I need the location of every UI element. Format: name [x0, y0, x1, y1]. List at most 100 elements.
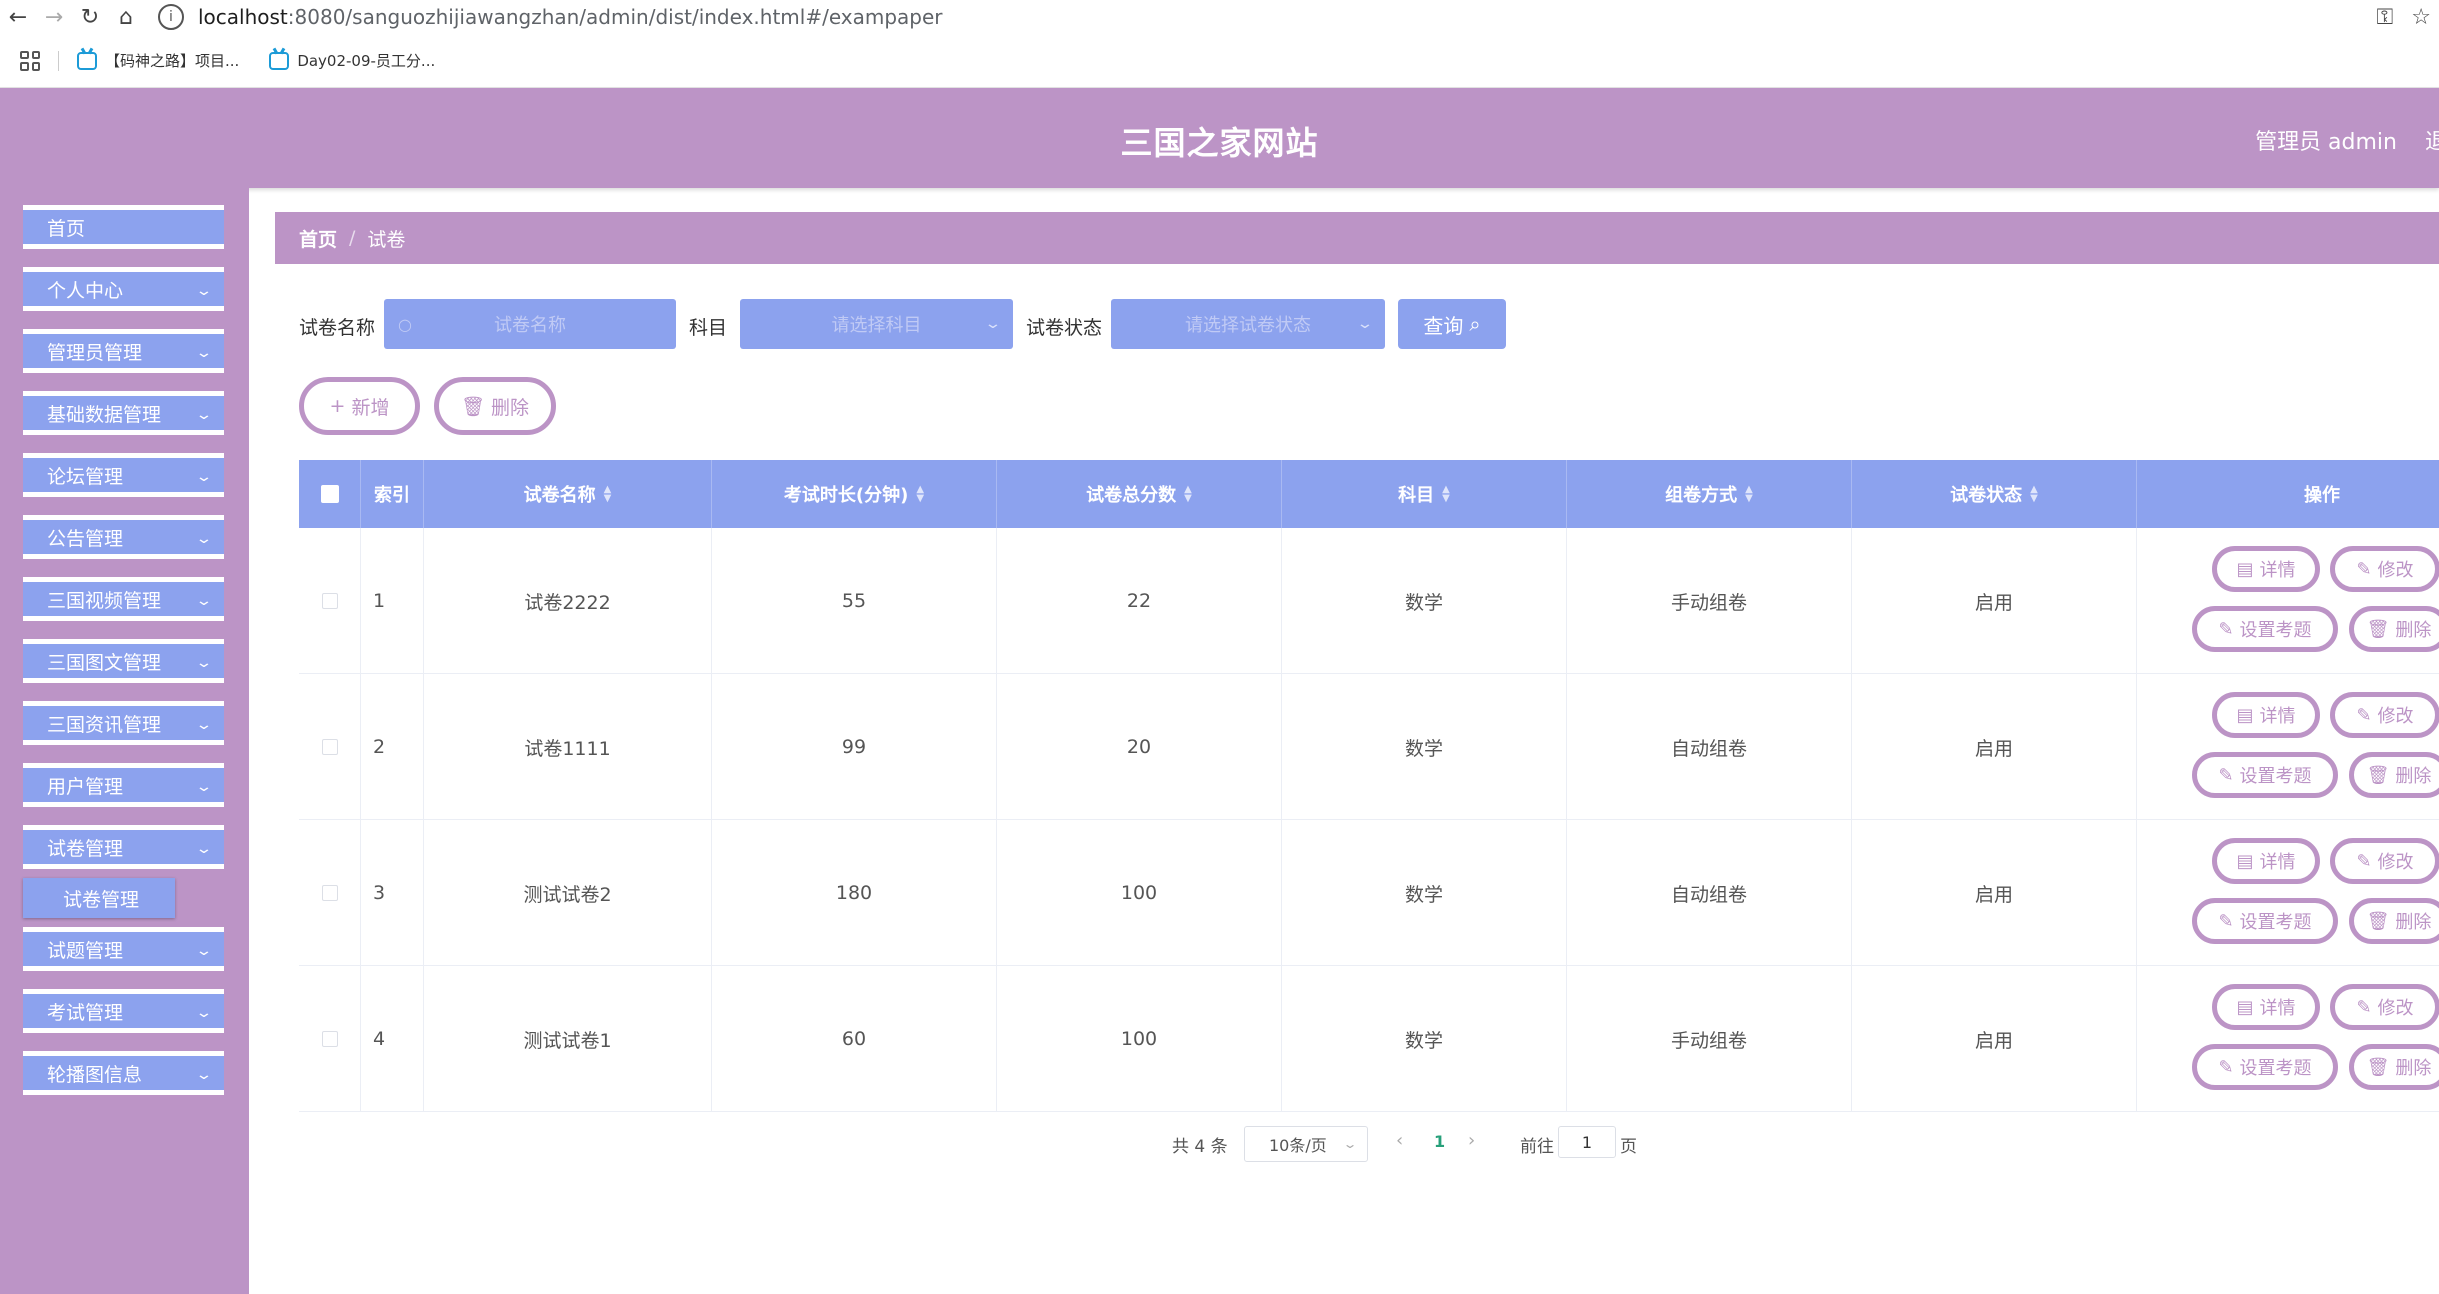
trash-icon: 🗑 — [2366, 618, 2390, 640]
sidebar-item-profile[interactable]: 个人中心 ⌄ — [23, 267, 224, 311]
status-select[interactable]: 请选择试卷状态 ⌄ — [1111, 299, 1385, 349]
sidebar-item-label: 三国视频管理 — [47, 589, 162, 612]
cell-name: 试卷2222 — [424, 528, 712, 674]
detail-button[interactable]: ▤ 详情 — [2212, 546, 2320, 592]
sidebar-item-exam[interactable]: 考试管理 ⌄ — [23, 989, 224, 1033]
trash-icon: 🗑 — [2366, 1056, 2390, 1078]
document-icon: ▤ — [2236, 850, 2254, 872]
row-delete-label: 删除 — [2395, 1058, 2432, 1079]
sidebar-item-exampaper[interactable]: 试卷管理 ⌄ — [23, 825, 224, 869]
forward-icon[interactable]: → — [36, 0, 72, 34]
row-checkbox[interactable] — [321, 739, 338, 755]
set-questions-button[interactable]: ✎ 设置考题 — [2192, 606, 2338, 652]
bookmark-item[interactable]: 【码神之路】项目... — [77, 50, 239, 71]
site-info-icon[interactable]: i — [158, 4, 184, 30]
row-delete-button[interactable]: 🗑 删除 — [2349, 606, 2439, 652]
home-icon[interactable]: ⌂ — [108, 0, 144, 34]
sort-icon[interactable]: ▲ ▼ — [1442, 485, 1450, 504]
app-header: 三国之家网站 管理员 admin 退 — [0, 88, 2439, 188]
row-checkbox[interactable] — [321, 1031, 338, 1047]
select-all-checkbox[interactable] — [320, 485, 339, 503]
col-subject[interactable]: 科目 ▲ ▼ — [1282, 460, 1567, 528]
row-checkbox[interactable] — [321, 885, 338, 901]
sidebar: 首页 个人中心 ⌄ 管理员管理 ⌄ 基础数据管理 ⌄ 论坛管理 ⌄ 公告管理 ⌄ 三国视频… — [0, 188, 249, 1294]
cell-status: 启用 — [1852, 674, 2137, 820]
url-host: localhost — [198, 5, 288, 29]
sidebar-item-questions[interactable]: 试题管理 ⌄ — [23, 927, 224, 971]
query-button[interactable]: 查询 ⌕ — [1398, 299, 1506, 349]
col-mode[interactable]: 组卷方式 ▲ ▼ — [1567, 460, 1852, 528]
edit-button[interactable]: ✎ 修改 — [2330, 692, 2439, 738]
prev-page-icon[interactable]: ‹ — [1396, 1130, 1403, 1151]
breadcrumb-separator: / — [349, 227, 356, 249]
sort-icon[interactable]: ▲ ▼ — [1184, 485, 1192, 504]
sidebar-item-news[interactable]: 三国资讯管理 ⌄ — [23, 701, 224, 745]
apps-grid-icon[interactable] — [20, 50, 40, 71]
row-delete-button[interactable]: 🗑 删除 — [2349, 752, 2439, 798]
next-page-icon[interactable]: › — [1468, 1130, 1475, 1151]
chevron-down-icon: ⌄ — [195, 469, 213, 485]
bookmark-item[interactable]: Day02-09-员工分... — [269, 50, 435, 71]
sidebar-item-notice[interactable]: 公告管理 ⌄ — [23, 515, 224, 559]
document-icon: ▤ — [2236, 704, 2254, 726]
sidebar-item-basedata[interactable]: 基础数据管理 ⌄ — [23, 391, 224, 435]
set-questions-button[interactable]: ✎ 设置考题 — [2192, 1044, 2338, 1090]
logout-link[interactable]: 退 — [2425, 124, 2439, 156]
col-index: 索引 — [361, 460, 424, 528]
chevron-down-icon: ⌄ — [195, 779, 213, 795]
col-total[interactable]: 试卷总分数 ▲ ▼ — [997, 460, 1282, 528]
row-checkbox[interactable] — [321, 593, 338, 609]
back-icon[interactable]: ← — [0, 0, 36, 34]
row-delete-button[interactable]: 🗑 删除 — [2349, 898, 2439, 944]
bookmark-star-icon[interactable]: ☆ — [2411, 5, 2431, 30]
sidebar-item-forum[interactable]: 论坛管理 ⌄ — [23, 453, 224, 497]
paper-name-input[interactable]: ○ 试卷名称 — [384, 299, 676, 349]
sidebar-item-users[interactable]: 用户管理 ⌄ — [23, 763, 224, 807]
edit-button[interactable]: ✎ 修改 — [2330, 838, 2439, 884]
current-user[interactable]: 管理员 admin — [2255, 124, 2397, 156]
sidebar-item-admins[interactable]: 管理员管理 ⌄ — [23, 329, 224, 373]
bookmarks-bar: 【码神之路】项目... Day02-09-员工分... — [0, 34, 2439, 88]
sidebar-item-label: 考试管理 — [47, 1001, 124, 1024]
batch-delete-button[interactable]: 🗑 删除 — [434, 377, 556, 435]
breadcrumb-home[interactable]: 首页 — [299, 225, 337, 252]
row-delete-button[interactable]: 🗑 删除 — [2349, 1044, 2439, 1090]
row-check-cell — [299, 820, 361, 966]
sidebar-item-video[interactable]: 三国视频管理 ⌄ — [23, 577, 224, 621]
goto-label: 前往 — [1520, 1137, 1554, 1157]
detail-label: 详情 — [2259, 998, 2296, 1019]
detail-button[interactable]: ▤ 详情 — [2212, 692, 2320, 738]
sort-icon[interactable]: ▲ ▼ — [916, 485, 924, 504]
sort-icon[interactable]: ▲ ▼ — [1745, 485, 1753, 504]
row-delete-label: 删除 — [2395, 912, 2432, 933]
col-status[interactable]: 试卷状态 ▲ ▼ — [1852, 460, 2137, 528]
sidebar-subitem-exampaper[interactable]: 试卷管理 — [23, 878, 175, 918]
set-questions-button[interactable]: ✎ 设置考题 — [2192, 898, 2338, 944]
edit-icon: ✎ — [2356, 704, 2372, 726]
password-key-icon[interactable]: ⚿ — [2377, 5, 2394, 30]
sidebar-item-carousel[interactable]: 轮播图信息 ⌄ — [23, 1051, 224, 1095]
sidebar-item-article[interactable]: 三国图文管理 ⌄ — [23, 639, 224, 683]
col-name[interactable]: 试卷名称 ▲ ▼ — [424, 460, 712, 528]
detail-button[interactable]: ▤ 详情 — [2212, 984, 2320, 1030]
page-number-active[interactable]: 1 — [1434, 1132, 1445, 1151]
goto-page-input[interactable]: 1 — [1558, 1126, 1616, 1158]
sort-icon[interactable]: ▲ ▼ — [2030, 485, 2038, 504]
set-questions-label: 设置考题 — [2239, 620, 2312, 641]
sort-icon[interactable]: ▲ ▼ — [604, 485, 612, 504]
page-size-select[interactable]: 10条/页 ⌄ — [1244, 1126, 1368, 1162]
edit-button[interactable]: ✎ 修改 — [2330, 984, 2439, 1030]
edit-button[interactable]: ✎ 修改 — [2330, 546, 2439, 592]
paper-name-label: 试卷名称 — [299, 317, 376, 339]
reload-icon[interactable]: ↻ — [72, 0, 108, 34]
sidebar-subitem-label: 试卷管理 — [63, 888, 140, 911]
sidebar-item-home[interactable]: 首页 — [23, 205, 224, 249]
subject-select[interactable]: 请选择科目 ⌄ — [740, 299, 1013, 349]
detail-button[interactable]: ▤ 详情 — [2212, 838, 2320, 884]
chevron-down-icon: ⌄ — [195, 655, 213, 671]
set-questions-button[interactable]: ✎ 设置考题 — [2192, 752, 2338, 798]
sidebar-item-label: 管理员管理 — [47, 341, 143, 364]
address-bar[interactable]: i localhost:8080/sanguozhijiawangzhan/ad… — [158, 2, 2377, 32]
add-button[interactable]: + 新增 — [299, 377, 420, 435]
col-duration[interactable]: 考试时长(分钟) ▲ ▼ — [712, 460, 997, 528]
